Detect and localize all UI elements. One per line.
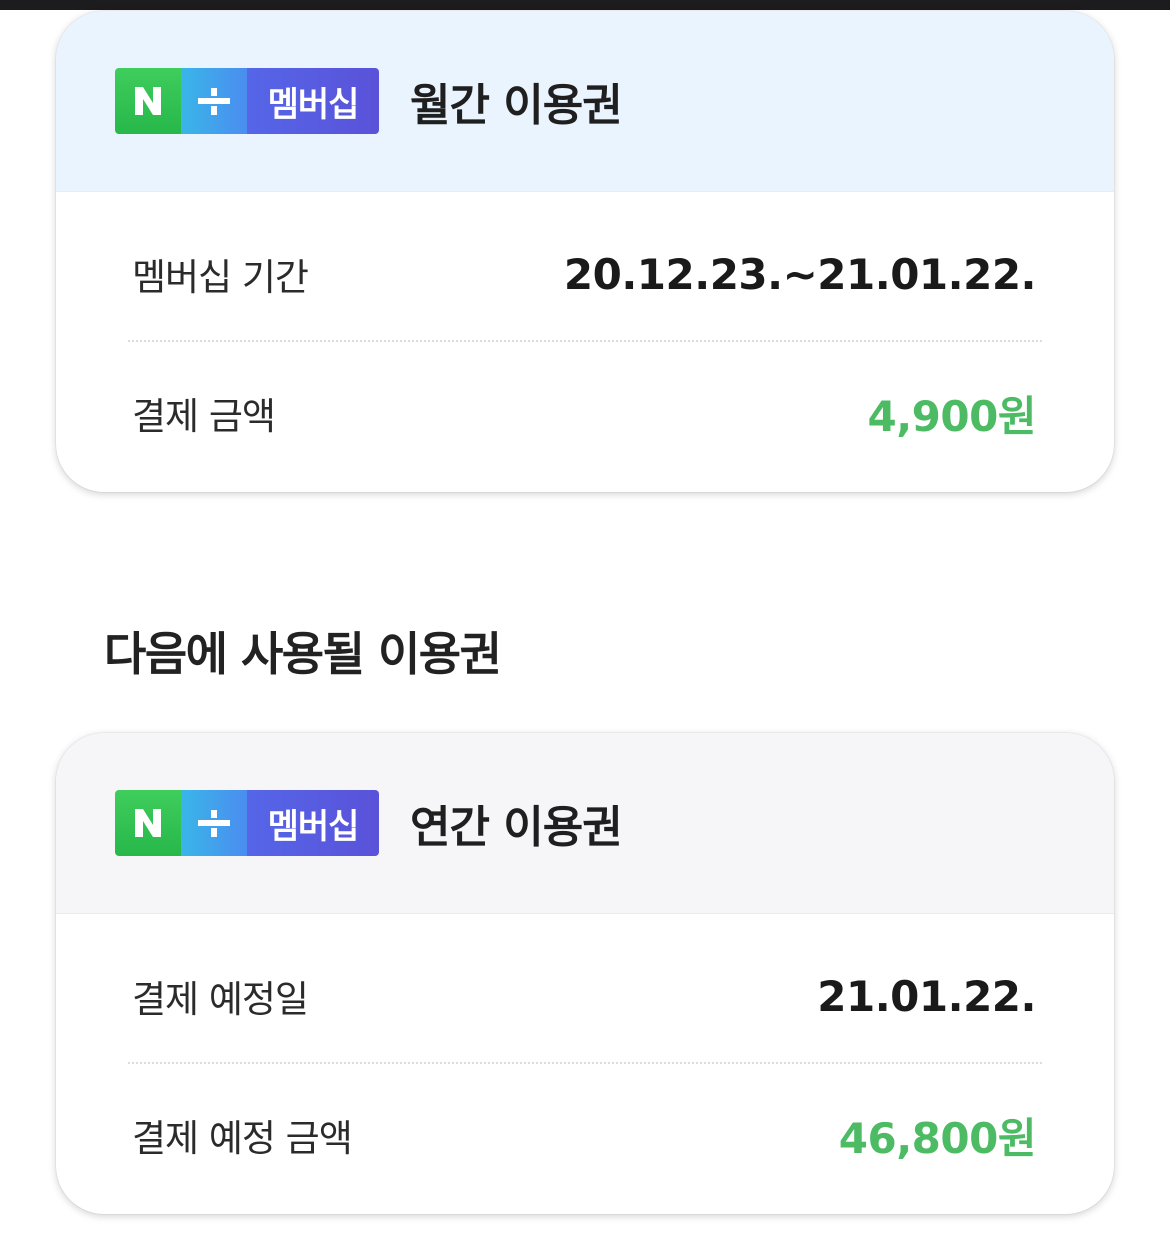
plus-icon — [181, 68, 247, 134]
membership-badge-label: 멤버십 — [247, 68, 379, 134]
next-plan-card: 멤버십 연간 이용권 결제 예정일 21.01.22. 결제 예정 금액 46,… — [56, 733, 1114, 1214]
row-label: 결제 예정 금액 — [132, 1117, 353, 1160]
status-bar-edge — [0, 0, 1170, 10]
plan-title: 월간 이용권 — [410, 80, 623, 131]
plan-title: 연간 이용권 — [410, 802, 623, 853]
next-plan-header: 멤버십 연간 이용권 — [56, 733, 1114, 914]
current-plan-card: 멤버십 월간 이용권 멤버십 기간 20.12.23.~21.01.22. 결제… — [56, 11, 1114, 492]
naver-n-logo — [115, 68, 181, 134]
current-plan-header: 멤버십 월간 이용권 — [56, 11, 1114, 192]
dotted-divider — [128, 340, 1042, 342]
row-label: 결제 예정일 — [132, 978, 309, 1021]
naver-plus-membership-badge: 멤버십 — [115, 790, 379, 856]
scheduled-payment-date-row: 결제 예정일 21.01.22. — [128, 961, 1042, 1031]
membership-badge-label: 멤버십 — [247, 790, 379, 856]
naver-plus-membership-badge: 멤버십 — [115, 68, 379, 134]
scheduled-payment-amount-value: 46,800원 — [838, 1113, 1037, 1163]
payment-amount-value: 4,900원 — [867, 391, 1037, 441]
plus-icon — [181, 790, 247, 856]
n-letter-icon — [135, 809, 161, 837]
row-label: 멤버십 기간 — [132, 256, 309, 299]
membership-period-row: 멤버십 기간 20.12.23.~21.01.22. — [128, 239, 1042, 309]
scheduled-payment-amount-row: 결제 예정 금액 46,800원 — [128, 1100, 1042, 1170]
scheduled-payment-date-value: 21.01.22. — [817, 971, 1036, 1021]
dotted-divider — [128, 1062, 1042, 1064]
naver-n-logo — [115, 790, 181, 856]
payment-amount-row: 결제 금액 4,900원 — [128, 378, 1042, 448]
n-letter-icon — [135, 87, 161, 115]
section-title: 다음에 사용될 이용권 — [104, 627, 502, 681]
membership-period-value: 20.12.23.~21.01.22. — [563, 249, 1037, 299]
row-label: 결제 금액 — [132, 395, 276, 438]
